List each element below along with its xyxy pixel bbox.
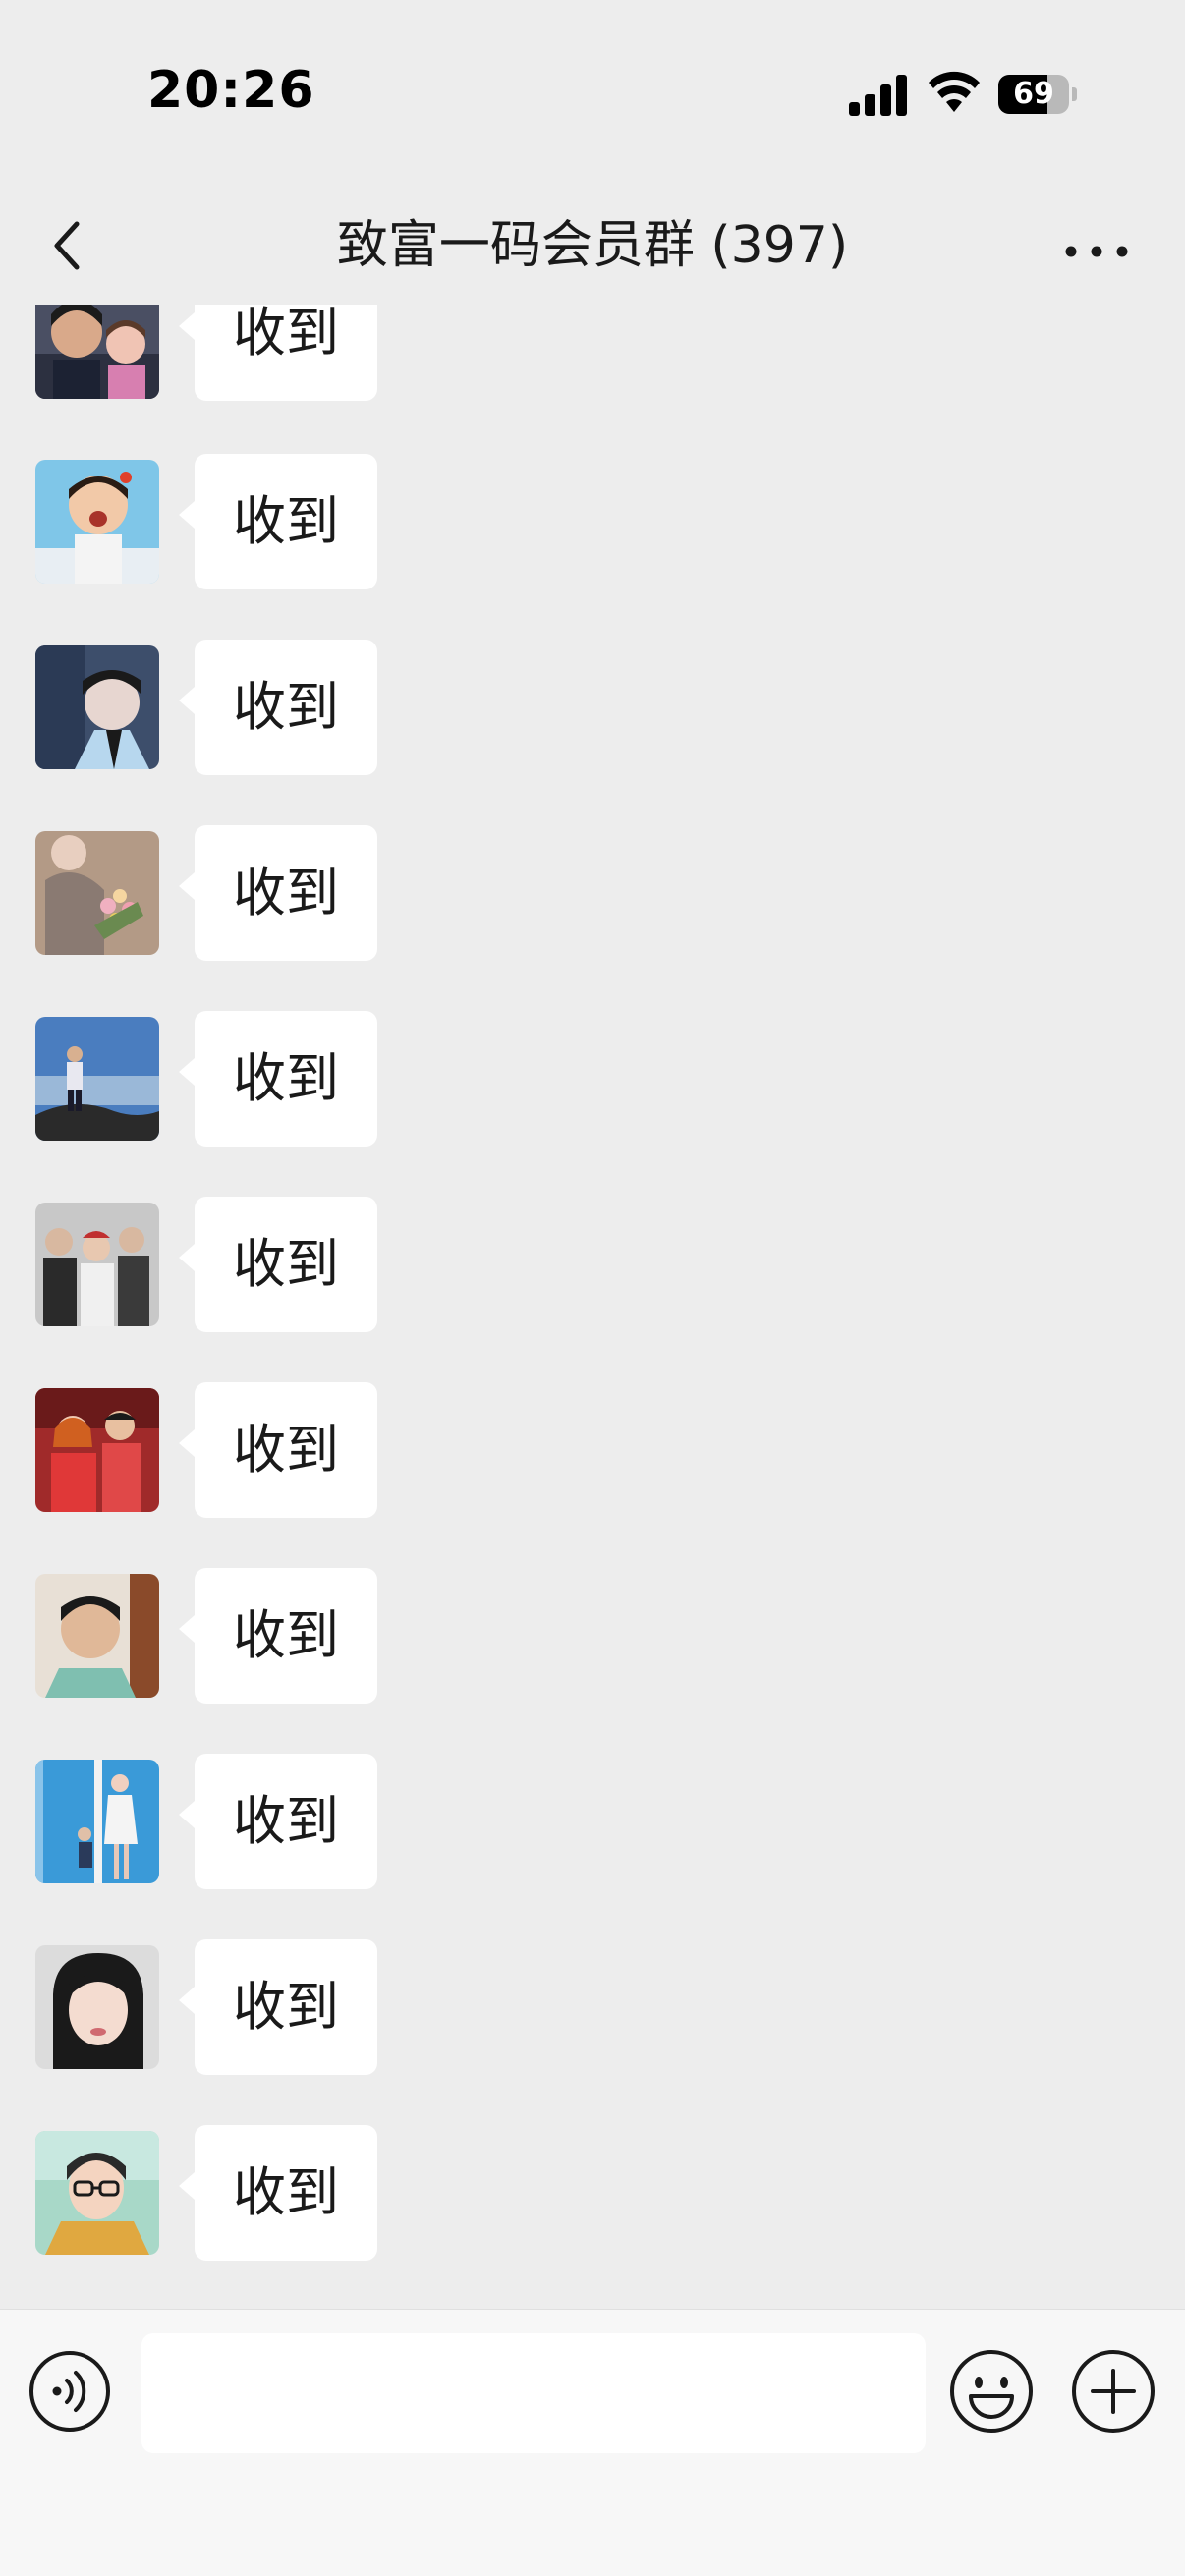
message-bubble[interactable]: 收到 bbox=[179, 640, 377, 775]
message-bubble[interactable]: 收到 bbox=[179, 1382, 377, 1518]
message-row: 收到 bbox=[0, 1011, 1185, 1184]
avatar-toddler-girl[interactable] bbox=[35, 460, 159, 584]
cellular-signal-icon bbox=[849, 73, 908, 116]
message-row: 收到 bbox=[0, 825, 1185, 998]
avatar-man-on-mountain[interactable] bbox=[35, 1017, 159, 1141]
wifi-icon bbox=[929, 71, 980, 112]
avatar-woman-portrait[interactable] bbox=[35, 1945, 159, 2069]
back-chevron-icon[interactable] bbox=[29, 206, 108, 285]
battery-icon: 69 bbox=[998, 75, 1077, 114]
status-bar: 20:26 69 bbox=[0, 0, 1185, 177]
avatar-cartoon-man-glasses[interactable] bbox=[35, 2131, 159, 2255]
message-bubble[interactable]: 收到 bbox=[179, 1754, 377, 1889]
message-bubble[interactable]: 收到 bbox=[179, 1939, 377, 2075]
message-bubble[interactable]: 收到 bbox=[179, 1568, 377, 1704]
nav-bar: 致富一码会员群 (397) bbox=[0, 177, 1185, 305]
message-bubble[interactable]: 收到 bbox=[179, 2125, 377, 2261]
message-text: 收到 bbox=[233, 305, 339, 364]
message-row: 收到 bbox=[0, 1754, 1185, 1927]
avatar-woman-with-flowers[interactable] bbox=[35, 831, 159, 955]
message-text: 收到 bbox=[233, 1604, 339, 1666]
message-row: 收到 bbox=[0, 305, 1185, 440]
message-text: 收到 bbox=[233, 1976, 339, 2038]
message-text: 收到 bbox=[233, 1419, 339, 1481]
avatar-three-friends[interactable] bbox=[35, 1203, 159, 1326]
battery-level: 69 bbox=[1013, 77, 1054, 111]
message-input[interactable] bbox=[141, 2333, 926, 2453]
chat-screen: 20:26 69 致富一码会员群 (397) 收到 收到 收到 收到 收到 收到… bbox=[0, 0, 1185, 2576]
plus-icon[interactable] bbox=[1069, 2347, 1157, 2436]
chat-title: 致富一码会员群 (397) bbox=[336, 216, 849, 275]
message-text: 收到 bbox=[233, 862, 339, 924]
message-bubble[interactable]: 收到 bbox=[179, 305, 377, 401]
avatar-woman-and-child-blue-door[interactable] bbox=[35, 1760, 159, 1883]
message-row: 收到 bbox=[0, 1568, 1185, 1741]
avatar-couple-red-wedding[interactable] bbox=[35, 1388, 159, 1512]
avatar-man-with-child[interactable] bbox=[35, 305, 159, 399]
message-text: 收到 bbox=[233, 1047, 339, 1109]
input-bar bbox=[0, 2309, 1185, 2576]
message-text: 收到 bbox=[233, 2161, 339, 2223]
more-dots-icon[interactable] bbox=[1057, 206, 1136, 285]
message-row: 收到 bbox=[0, 1382, 1185, 1555]
message-row: 收到 bbox=[0, 1939, 1185, 2112]
message-bubble[interactable]: 收到 bbox=[179, 1197, 377, 1332]
message-row: 收到 bbox=[0, 2125, 1185, 2298]
message-bubble[interactable]: 收到 bbox=[179, 825, 377, 961]
voice-icon[interactable] bbox=[28, 2349, 112, 2434]
message-row: 收到 bbox=[0, 640, 1185, 812]
avatar-young-man-blue[interactable] bbox=[35, 645, 159, 769]
emoji-icon[interactable] bbox=[947, 2347, 1036, 2436]
status-time: 20:26 bbox=[147, 61, 315, 120]
message-text: 收到 bbox=[233, 1233, 339, 1295]
message-text: 收到 bbox=[233, 1790, 339, 1852]
message-bubble[interactable]: 收到 bbox=[179, 454, 377, 589]
message-text: 收到 bbox=[233, 676, 339, 738]
avatar-young-man-selfie[interactable] bbox=[35, 1574, 159, 1698]
message-list[interactable]: 收到 收到 收到 收到 收到 收到 收到 收到 收到 收到 收到 bbox=[0, 305, 1185, 2309]
message-row: 收到 bbox=[0, 454, 1185, 627]
message-row: 收到 bbox=[0, 1197, 1185, 1370]
message-bubble[interactable]: 收到 bbox=[179, 1011, 377, 1147]
message-text: 收到 bbox=[233, 490, 339, 552]
